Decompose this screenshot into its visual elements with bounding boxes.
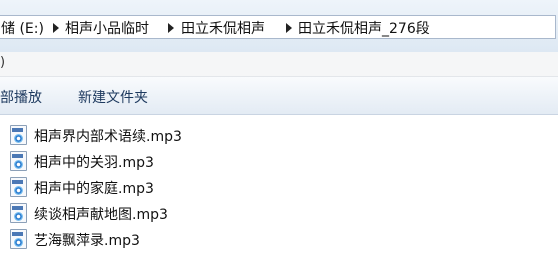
file-name: 相声中的家庭.mp3 — [34, 181, 154, 197]
address-bar: 储 (E:) 相声小品临时 田立禾侃相声 田立禾侃相声_276段 — [0, 0, 558, 52]
file-item[interactable]: 相声中的家庭.mp3 — [10, 177, 310, 199]
mp3-file-icon — [10, 151, 27, 171]
new-folder-button[interactable]: 新建文件夹 — [78, 87, 148, 107]
menu-item-help[interactable]: ) — [0, 55, 5, 70]
file-name: 艺海飘萍录.mp3 — [34, 233, 140, 249]
breadcrumb-folder-3[interactable]: 田立禾侃相声_276段 — [298, 18, 430, 38]
file-name: 续谈相声献地图.mp3 — [34, 207, 168, 223]
file-name: 相声界内部术语续.mp3 — [34, 129, 182, 145]
mp3-file-icon — [10, 229, 27, 249]
breadcrumb-drive[interactable]: 储 (E:) — [1, 18, 44, 38]
breadcrumb-separator-icon[interactable] — [286, 23, 292, 33]
menu-bar: ) — [0, 52, 558, 77]
file-item[interactable]: 续谈相声献地图.mp3 — [10, 203, 310, 225]
file-list: 相声界内部术语续.mp3 相声中的关羽.mp3 相声中的家庭.mp3 续谈相声献… — [0, 115, 558, 277]
breadcrumb-folder-2[interactable]: 田立禾侃相声 — [181, 18, 265, 38]
mp3-file-icon — [10, 125, 27, 145]
command-toolbar: 部播放 新建文件夹 — [0, 77, 558, 115]
file-name: 相声中的关羽.mp3 — [34, 155, 154, 171]
breadcrumb-folder-1[interactable]: 相声小品临时 — [65, 18, 149, 38]
mp3-file-icon — [10, 203, 27, 223]
breadcrumb-separator-icon[interactable] — [53, 23, 59, 33]
breadcrumb-separator-icon[interactable] — [168, 23, 174, 33]
mp3-file-icon — [10, 177, 27, 197]
play-all-button[interactable]: 部播放 — [0, 87, 42, 107]
file-item[interactable]: 相声界内部术语续.mp3 — [10, 125, 310, 147]
file-item[interactable]: 相声中的关羽.mp3 — [10, 151, 310, 173]
file-item[interactable]: 艺海飘萍录.mp3 — [10, 229, 310, 251]
